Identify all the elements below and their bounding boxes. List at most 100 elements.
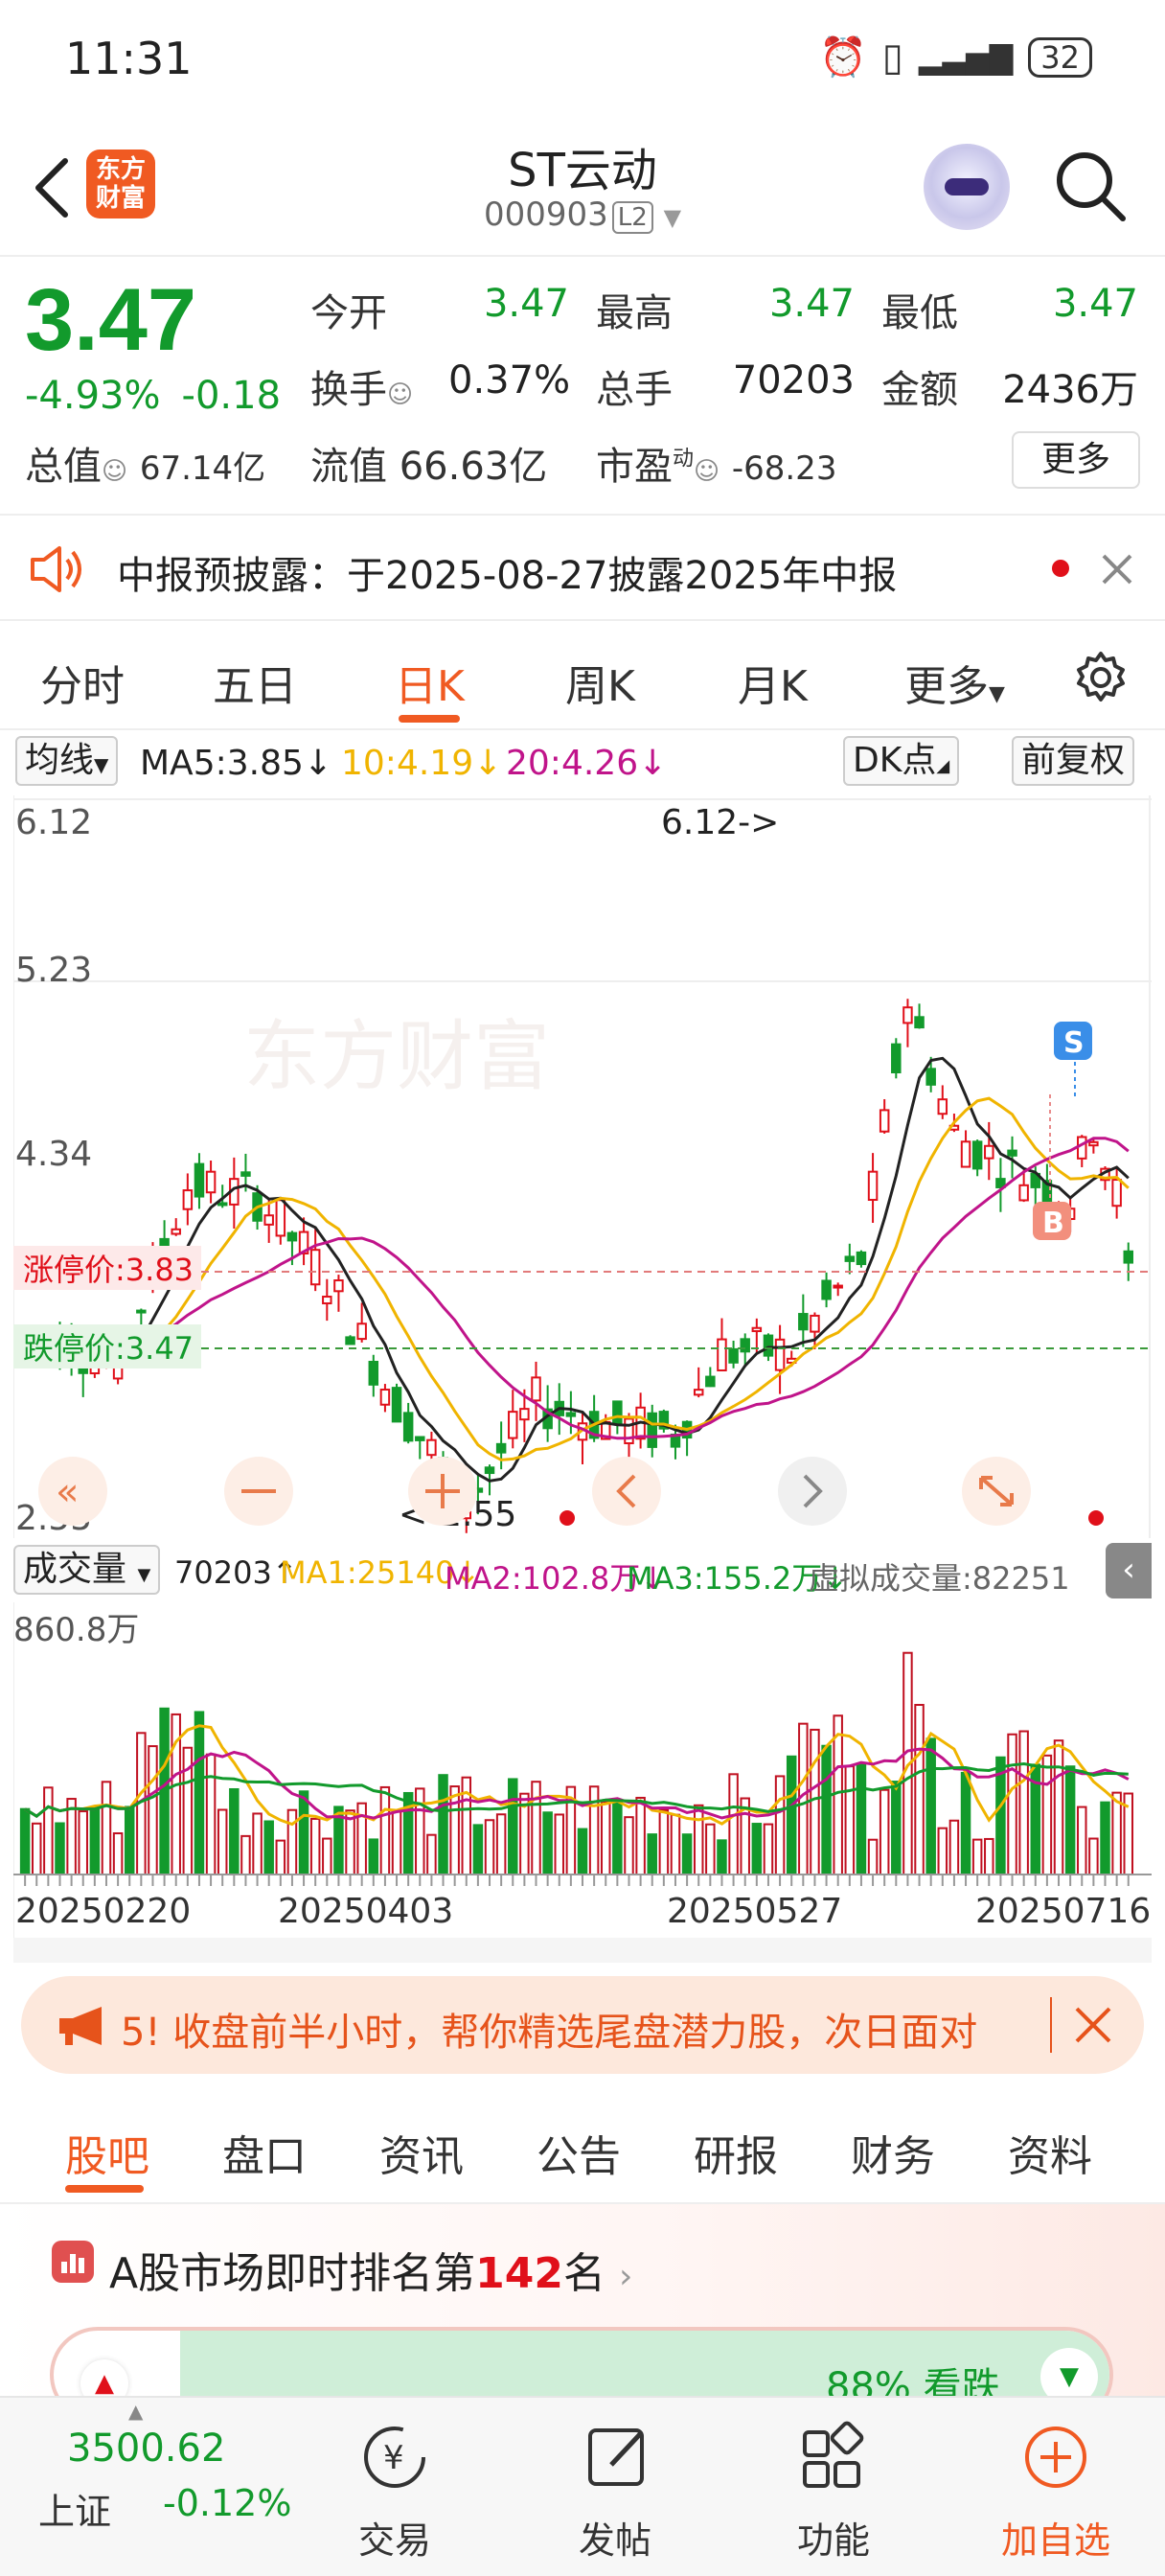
chevron-down-icon: ▼ bbox=[989, 682, 1005, 706]
candle-body bbox=[368, 1360, 379, 1386]
nav-post[interactable]: 发帖 bbox=[548, 2511, 682, 2564]
nav-functions[interactable]: 功能 bbox=[766, 2511, 901, 2564]
volume-bar bbox=[322, 1837, 332, 1875]
candle-body bbox=[136, 1309, 147, 1314]
adjust-selector[interactable]: 前复权 bbox=[1012, 736, 1135, 786]
volume-bar bbox=[751, 1823, 763, 1875]
svg-text:S: S bbox=[1063, 1026, 1085, 1060]
svg-text:¥: ¥ bbox=[383, 2439, 404, 2477]
top-navbar: 东方 财富 ST云动 000903 L2 ▼ bbox=[0, 115, 1165, 257]
candle-body bbox=[1088, 1140, 1099, 1147]
volume-bar bbox=[960, 1771, 971, 1875]
volume-bar bbox=[449, 1785, 460, 1875]
volume-selector[interactable]: 成交量 ▼ bbox=[13, 1545, 161, 1595]
tab-orderbook[interactable]: 盘口 bbox=[222, 2122, 307, 2183]
volume-bar bbox=[717, 1839, 727, 1875]
tab-more[interactable]: 更多▼ bbox=[904, 652, 1005, 713]
market-rank-card[interactable]: A股市场即时排名第142名 › ▲ 88% 看跌 ▼ bbox=[0, 2204, 1165, 2423]
status-time: 11:31 bbox=[65, 33, 193, 84]
tab-finance[interactable]: 财务 bbox=[851, 2122, 935, 2183]
volume-chart[interactable]: 860.8万 20250220 20250403 20250527 202507… bbox=[13, 1602, 1152, 1963]
search-icon[interactable] bbox=[1052, 148, 1129, 224]
total-cap-value: 67.14亿 bbox=[139, 449, 266, 488]
candle-body bbox=[984, 1144, 994, 1160]
candle-body bbox=[798, 1313, 809, 1331]
tab-monthly-k[interactable]: 月K bbox=[738, 652, 808, 713]
turnover-label: 换手☺ bbox=[310, 368, 414, 412]
close-icon[interactable] bbox=[1100, 552, 1134, 586]
collapse-panel-icon[interactable]: ‹ bbox=[1106, 1543, 1152, 1598]
prev-icon[interactable] bbox=[592, 1457, 661, 1526]
candle-body bbox=[774, 1338, 786, 1371]
volume-bar bbox=[624, 1816, 634, 1876]
volume-bar bbox=[670, 1813, 681, 1875]
nav-add-watchlist[interactable]: 加自选 bbox=[989, 2511, 1123, 2564]
volume-bar bbox=[426, 1833, 437, 1876]
tab-guba[interactable]: 股吧 bbox=[65, 2122, 149, 2183]
tab-intraday[interactable]: 分时 bbox=[40, 652, 125, 713]
ma-selector[interactable]: 均线▼ bbox=[15, 736, 119, 786]
kline-chart[interactable]: 东方财富 涨停价:3.83 跌停价:3.47 6.12 5.23 4.34 2.… bbox=[13, 795, 1152, 1538]
ai-assistant-avatar[interactable] bbox=[924, 144, 1010, 230]
candle-body bbox=[1111, 1179, 1122, 1208]
volume-bar bbox=[19, 1807, 31, 1875]
volume-bar bbox=[601, 1801, 611, 1876]
volume-bar bbox=[205, 1753, 217, 1875]
candle-body bbox=[624, 1417, 634, 1445]
candle-body bbox=[914, 1016, 925, 1029]
volume-bar bbox=[217, 1808, 228, 1875]
candle-body bbox=[728, 1347, 739, 1364]
tab-announcements[interactable]: 公告 bbox=[537, 2122, 621, 2183]
dk-point-toggle[interactable]: DK点◢ bbox=[843, 736, 960, 786]
ma5-value: MA5:3.85↓ bbox=[140, 744, 333, 783]
add-watchlist-icon[interactable] bbox=[1017, 2419, 1094, 2496]
volume-bar bbox=[286, 1808, 298, 1876]
volume-bar bbox=[763, 1823, 774, 1875]
post-icon[interactable] bbox=[579, 2419, 655, 2496]
tab-profile[interactable]: 资料 bbox=[1008, 2122, 1092, 2183]
date-label-3: 20250527 bbox=[667, 1892, 842, 1931]
volume-bar bbox=[971, 1838, 983, 1875]
nav-trade[interactable]: 交易 bbox=[328, 2511, 462, 2564]
trade-icon[interactable]: ¥ bbox=[356, 2419, 433, 2496]
content-tabs: 股吧 盘口 资讯 公告 研报 财务 资料 bbox=[0, 2097, 1165, 2204]
date-label-2: 20250403 bbox=[278, 1892, 453, 1931]
tab-five-day[interactable]: 五日 bbox=[213, 652, 297, 713]
index-change: -0.12% bbox=[163, 2482, 292, 2524]
settings-gear-icon[interactable] bbox=[1073, 650, 1129, 705]
change-amount: -0.18 bbox=[181, 374, 282, 418]
volume-bar bbox=[681, 1833, 693, 1876]
tab-weekly-k[interactable]: 周K bbox=[565, 652, 635, 713]
pe-value: -68.23 bbox=[731, 449, 837, 488]
promo-banner[interactable]: 5! 收盘前半小时，帮你精选尾盘潜力股，次日面对 bbox=[21, 1976, 1144, 2074]
index-value[interactable]: 3500.62 bbox=[67, 2426, 225, 2471]
ma-indicator-row: 均线▼ MA5:3.85↓ 10:4.19↓ 20:4.26↓ DK点◢ 前复权 bbox=[0, 734, 1165, 792]
volume-bar bbox=[415, 1787, 425, 1876]
close-icon[interactable] bbox=[1073, 2005, 1113, 2045]
tab-research[interactable]: 研报 bbox=[694, 2122, 778, 2183]
candle-body bbox=[356, 1322, 367, 1341]
banner-text: 5! 收盘前半小时，帮你精选尾盘潜力股，次日面对 bbox=[121, 2011, 978, 2055]
float-cap-value: 66.63亿 bbox=[399, 445, 548, 489]
y-label-3: 4.34 bbox=[15, 1135, 92, 1174]
volume-bar bbox=[89, 1808, 101, 1876]
candle-body bbox=[519, 1408, 530, 1421]
turnover-value: 0.37% bbox=[448, 358, 571, 402]
volume-bar bbox=[472, 1824, 484, 1876]
more-quote-button[interactable]: 更多 bbox=[1012, 431, 1140, 489]
candle-body bbox=[402, 1412, 414, 1442]
rank-icon bbox=[52, 2241, 94, 2283]
tab-daily-k[interactable]: 日K bbox=[395, 652, 465, 713]
volume-bar bbox=[635, 1796, 646, 1876]
tab-news[interactable]: 资讯 bbox=[379, 2122, 464, 2183]
volume-bar bbox=[867, 1838, 879, 1876]
volume-bar bbox=[43, 1786, 54, 1875]
next-icon[interactable] bbox=[778, 1457, 847, 1526]
volume-bar bbox=[948, 1819, 960, 1875]
volume-bar bbox=[275, 1839, 286, 1875]
amount-label: 金额 bbox=[881, 368, 958, 412]
volume-bar bbox=[112, 1832, 124, 1875]
volume-bar bbox=[914, 1704, 925, 1875]
notice-bar[interactable]: 中报预披露：于2025-08-27披露2025年中报 bbox=[0, 514, 1165, 621]
functions-icon[interactable] bbox=[795, 2419, 872, 2496]
